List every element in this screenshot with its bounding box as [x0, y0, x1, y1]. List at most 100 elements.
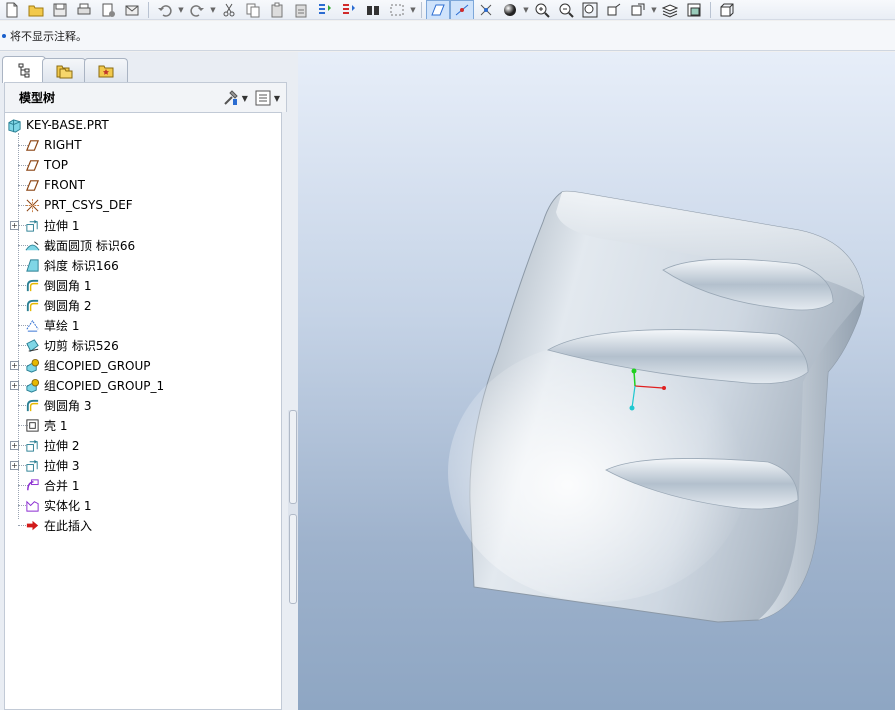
undo-icon[interactable]: [153, 0, 177, 19]
tree-node[interactable]: 在此插入: [25, 515, 92, 535]
round-icon: [25, 278, 40, 293]
tree-node[interactable]: 倒圆角 3: [25, 395, 91, 415]
tree-node-label: 拉伸 2: [44, 438, 80, 453]
saved-views-icon[interactable]: [626, 0, 650, 19]
tree-node[interactable]: 组COPIED_GROUP_1: [25, 375, 164, 395]
tree-node-label: 组COPIED_GROUP_1: [44, 378, 165, 393]
tree-columns-button[interactable]: ▼: [254, 89, 280, 107]
save-icon[interactable]: [48, 0, 72, 19]
orthographic-icon[interactable]: [715, 0, 739, 19]
tree-node-label: FRONT: [44, 178, 85, 192]
part-model-render[interactable]: [298, 52, 895, 710]
chevron-down-icon: ▼: [241, 93, 248, 103]
email-icon[interactable]: [120, 0, 144, 19]
extrude-icon: [25, 438, 40, 453]
datum-display-icon[interactable]: [426, 0, 450, 19]
open-folder-icon[interactable]: [24, 0, 48, 19]
expand-toggle-icon[interactable]: +: [10, 381, 19, 390]
select-box-icon[interactable]: [385, 0, 409, 19]
extrude-icon: [25, 218, 40, 233]
axis-display-icon[interactable]: [450, 0, 474, 19]
paste-icon[interactable]: [265, 0, 289, 19]
tree-node-label: 倒圆角 3: [44, 398, 92, 413]
favorites-tab[interactable]: [84, 58, 128, 82]
part-icon: [7, 118, 22, 133]
model-tree-tab[interactable]: [2, 56, 46, 83]
graphics-window[interactable]: [298, 52, 895, 710]
reorient-icon[interactable]: [602, 0, 626, 19]
copy-icon[interactable]: [241, 0, 265, 19]
folder-browser-tab[interactable]: [42, 58, 86, 82]
shell-icon: [25, 418, 40, 433]
tree-node-label: 拉伸 1: [44, 218, 80, 233]
tree-node-label: 切剪 标识526: [44, 338, 119, 353]
tree-node[interactable]: 拉伸 1: [25, 215, 79, 235]
shade-dropdown-icon[interactable]: ▼: [522, 6, 530, 14]
draft-icon: [25, 258, 40, 273]
undo-dropdown-icon[interactable]: ▼: [177, 6, 185, 14]
regen-manager-icon[interactable]: [337, 0, 361, 19]
csys-display-icon[interactable]: [498, 0, 522, 19]
tree-node[interactable]: 拉伸 2: [25, 435, 79, 455]
datum-plane-icon: [25, 158, 40, 173]
tree-node[interactable]: 壳 1: [25, 415, 67, 435]
cut-icon[interactable]: [217, 0, 241, 19]
tree-node-label: 草绘 1: [44, 318, 80, 333]
tree-node-label: KEY-BASE.PRT: [26, 118, 109, 132]
expand-toggle-icon[interactable]: +: [10, 361, 19, 370]
csys-icon: [25, 198, 40, 213]
tree-node-label: 壳 1: [44, 418, 68, 433]
find-icon[interactable]: [361, 0, 385, 19]
zoom-out-icon[interactable]: [554, 0, 578, 19]
view-manager-icon[interactable]: [682, 0, 706, 19]
splitter-grip-upper[interactable]: [289, 410, 297, 504]
tree-settings-button[interactable]: ▼: [222, 89, 248, 107]
tree-node-label: 组COPIED_GROUP: [44, 358, 151, 373]
tree-node-label: 实体化 1: [44, 498, 92, 513]
solidify-icon: [25, 498, 40, 513]
splitter-grip-lower[interactable]: [289, 514, 297, 604]
page-setup-icon[interactable]: [96, 0, 120, 19]
tree-node-label: 倒圆角 2: [44, 298, 92, 313]
paste-special-icon[interactable]: [289, 0, 313, 19]
navigator-panel: 模型树 ▼ ▼ KEY-BASE.PRT RIGHT TOP FRONT PRT_CSY…: [0, 52, 298, 710]
round-icon: [25, 298, 40, 313]
group-icon: [25, 378, 40, 393]
tree-node[interactable]: 截面圆顶 标识66: [25, 235, 135, 255]
tree-node[interactable]: 倒圆角 2: [25, 295, 91, 315]
navigator-tabs: [0, 56, 298, 83]
tree-node[interactable]: 组COPIED_GROUP: [25, 355, 151, 375]
tree-node[interactable]: TOP: [25, 155, 68, 175]
tree-node[interactable]: KEY-BASE.PRT: [7, 115, 109, 135]
round-icon: [25, 398, 40, 413]
expand-toggle-icon[interactable]: +: [10, 461, 19, 470]
expand-toggle-icon[interactable]: +: [10, 441, 19, 450]
tree-node[interactable]: 切剪 标识526: [25, 335, 119, 355]
tree-node[interactable]: 斜度 标识166: [25, 255, 119, 275]
refit-icon[interactable]: [578, 0, 602, 19]
tree-node[interactable]: 倒圆角 1: [25, 275, 91, 295]
saved-views-dropdown-icon[interactable]: ▼: [650, 6, 658, 14]
redo-dropdown-icon[interactable]: ▼: [209, 6, 217, 14]
tree-node[interactable]: RIGHT: [25, 135, 82, 155]
tree-node-label: PRT_CSYS_DEF: [44, 198, 133, 212]
favorites-icon: [98, 65, 114, 77]
tree-node[interactable]: PRT_CSYS_DEF: [25, 195, 133, 215]
select-dropdown-icon[interactable]: ▼: [409, 6, 417, 14]
tree-node[interactable]: 实体化 1: [25, 495, 91, 515]
folder-browser-icon: [56, 65, 73, 78]
regenerate-icon[interactable]: [313, 0, 337, 19]
tree-node[interactable]: 合并 1: [25, 475, 79, 495]
dome-icon: [25, 238, 40, 253]
new-file-icon[interactable]: [0, 0, 24, 19]
zoom-in-icon[interactable]: [530, 0, 554, 19]
model-tree-header: 模型树 ▼ ▼: [4, 82, 287, 112]
expand-toggle-icon[interactable]: +: [10, 221, 19, 230]
tree-node[interactable]: 拉伸 3: [25, 455, 79, 475]
layers-icon[interactable]: [658, 0, 682, 19]
tree-node[interactable]: FRONT: [25, 175, 85, 195]
print-icon[interactable]: [72, 0, 96, 19]
redo-icon[interactable]: [185, 0, 209, 19]
tree-node[interactable]: 草绘 1: [25, 315, 79, 335]
point-display-icon[interactable]: [474, 0, 498, 19]
